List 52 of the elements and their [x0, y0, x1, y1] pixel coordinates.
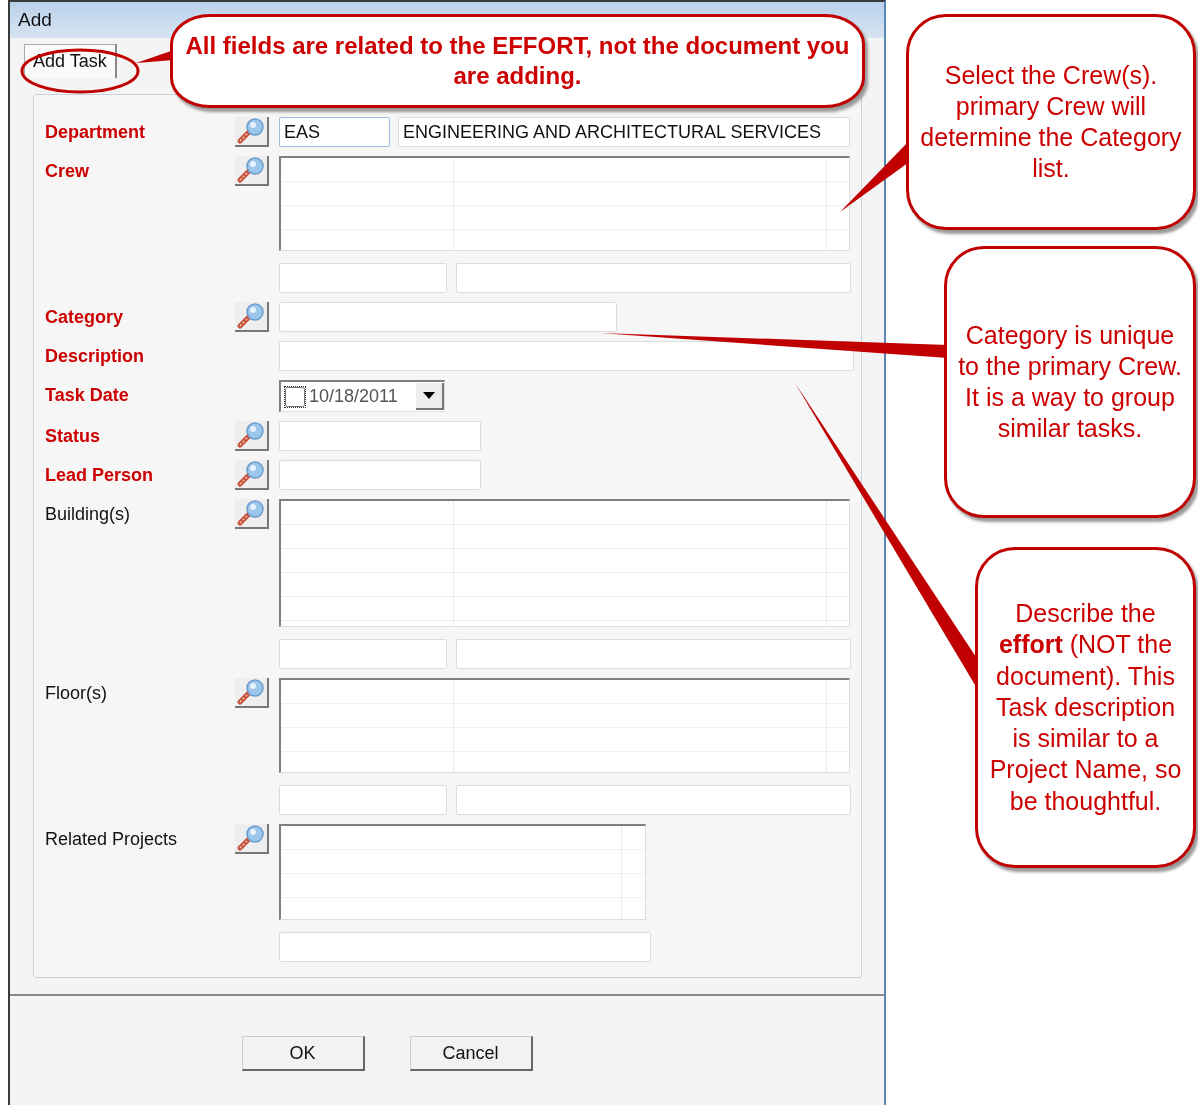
field-label: Lead Person: [45, 464, 155, 487]
field-label: Description: [45, 345, 146, 368]
list-grid[interactable]: [279, 824, 646, 920]
lookup-button[interactable]: [235, 302, 269, 332]
text-field[interactable]: [279, 785, 447, 815]
date-checkbox[interactable]: [285, 386, 305, 407]
callout-note: Describe the effort (NOT the document). This Task description is similar to a Project Name, so be thoughtful.: [975, 547, 1196, 868]
field-label: Task Date: [45, 384, 130, 407]
text-field[interactable]: [279, 302, 617, 332]
magnifier-icon: [236, 421, 266, 449]
text-field[interactable]: [279, 341, 854, 371]
magnifier-icon: [236, 302, 266, 330]
text-field[interactable]: [279, 263, 447, 293]
magnifier-icon: [236, 460, 266, 488]
field-label: Crew: [45, 160, 90, 183]
magnifier-icon: [236, 499, 266, 527]
callout-banner: All fields are related to the EFFORT, not the document you are adding.: [170, 14, 865, 108]
lookup-button[interactable]: [235, 156, 269, 186]
dialog-button[interactable]: OK: [241, 1036, 365, 1071]
list-grid[interactable]: [279, 678, 850, 773]
lookup-button[interactable]: [235, 499, 269, 529]
callout-note: Select the Crew(s). primary Crew will determine the Category list.: [906, 14, 1196, 230]
text-field[interactable]: [279, 639, 447, 669]
magnifier-icon: [236, 117, 266, 145]
field-label: Category: [45, 306, 125, 329]
caret-icon: [423, 392, 435, 399]
name-field[interactable]: ENGINEERING AND ARCHITECTURAL SERVICES: [398, 117, 850, 147]
text-field[interactable]: [456, 263, 851, 293]
lookup-button[interactable]: [235, 824, 269, 854]
dropdown-button[interactable]: [416, 383, 444, 410]
lookup-button[interactable]: [235, 117, 269, 147]
callout-note: Category is unique to the primary Crew. It is a way to group similar tasks.: [944, 246, 1196, 518]
field-label: Floor(s): [45, 682, 108, 705]
list-grid[interactable]: [279, 156, 850, 251]
lookup-button[interactable]: [235, 460, 269, 490]
magnifier-icon: [236, 156, 266, 184]
dialog-button[interactable]: Cancel: [409, 1036, 533, 1071]
field-label: Department: [45, 121, 147, 144]
text-field[interactable]: [456, 785, 851, 815]
lookup-button[interactable]: [235, 678, 269, 708]
text-field[interactable]: [279, 421, 481, 451]
magnifier-icon: [236, 678, 266, 706]
field-label: Building(s): [45, 503, 132, 526]
date-picker[interactable]: 10/18/2011: [279, 380, 445, 412]
field-label: Status: [45, 425, 101, 448]
code-field[interactable]: EAS: [279, 117, 390, 147]
text-field[interactable]: [279, 932, 651, 962]
text-field[interactable]: [456, 639, 851, 669]
text-field[interactable]: [279, 460, 481, 490]
magnifier-icon: [236, 824, 266, 852]
field-label: Related Projects: [45, 828, 179, 851]
lookup-button[interactable]: [235, 421, 269, 451]
